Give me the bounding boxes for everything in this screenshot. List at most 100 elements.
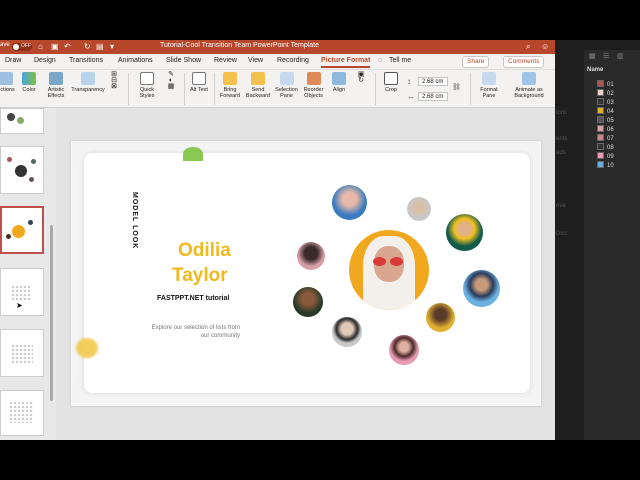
- crop-button[interactable]: Crop: [380, 72, 402, 93]
- profile-photo[interactable]: [446, 214, 483, 251]
- slide-card: [84, 153, 530, 393]
- profile-photo[interactable]: [297, 242, 325, 270]
- undo-icon[interactable]: ↶: [64, 42, 71, 52]
- corrections-button[interactable]: ections: [0, 72, 18, 93]
- align-icon: [332, 72, 346, 85]
- column-view-icon[interactable]: ▥: [617, 52, 624, 60]
- transparency-button[interactable]: Transparency: [70, 72, 106, 93]
- layer-swatch: [597, 89, 604, 96]
- main-profile-photo[interactable]: [349, 230, 429, 310]
- layer-item[interactable]: 10: [597, 161, 614, 170]
- format-pane-button[interactable]: Format Pane: [476, 72, 502, 99]
- redo-icon[interactable]: ↻: [84, 42, 91, 52]
- profile-photo[interactable]: [389, 335, 419, 365]
- profile-photo[interactable]: [426, 303, 455, 332]
- save-icon[interactable]: ▣: [51, 42, 59, 52]
- align-button[interactable]: Align: [328, 72, 350, 93]
- grid-view-icon[interactable]: ▦: [589, 52, 596, 60]
- ghost-text: ads: [556, 150, 566, 156]
- share-button[interactable]: Share: [462, 56, 490, 68]
- reorder-objects-button[interactable]: Reorder Objects: [300, 72, 327, 99]
- tab-recording[interactable]: Recording: [277, 57, 309, 64]
- autosave-toggle[interactable]: OFF: [12, 43, 32, 51]
- layer-label: 03: [607, 100, 614, 106]
- thumb-dot: [6, 234, 11, 239]
- autosave-label: ave: [0, 42, 10, 48]
- quick-styles-button[interactable]: Quick Styles: [134, 72, 160, 99]
- profile-photo[interactable]: [463, 270, 500, 307]
- thumb-dot: [28, 220, 33, 225]
- layer-label: 10: [607, 163, 614, 169]
- layer-item[interactable]: 06: [597, 125, 614, 134]
- picture-tools-menu[interactable]: ⊞ ⊟ ⊠: [108, 71, 120, 90]
- thumbnail-scrollbar[interactable]: [50, 225, 53, 401]
- tab-view[interactable]: View: [248, 57, 263, 64]
- profile-photo[interactable]: [293, 287, 323, 317]
- ghost-text: rive: [556, 203, 566, 209]
- quick-styles-label: Quick Styles: [139, 87, 155, 99]
- thumb-pattern: [11, 344, 33, 364]
- layer-label: 08: [607, 145, 614, 151]
- home-icon[interactable]: ⌂: [38, 42, 43, 52]
- height-field[interactable]: 2.68 cm: [418, 77, 448, 86]
- tab-transitions[interactable]: Transitions: [69, 57, 103, 64]
- tab-tell-me[interactable]: Tell me: [389, 57, 411, 64]
- slide-thumbnail[interactable]: [0, 390, 44, 436]
- width-value: 2.68 cm: [422, 94, 444, 100]
- separator: [128, 73, 129, 105]
- send-backward-button[interactable]: Send Backward: [244, 72, 272, 99]
- tab-animations[interactable]: Animations: [118, 57, 153, 64]
- align-label: Align: [332, 87, 346, 93]
- animate-as-background-icon: [522, 72, 536, 85]
- mouse-cursor-icon: ➤: [16, 301, 23, 310]
- tab-draw[interactable]: Draw: [5, 57, 21, 64]
- tab-review[interactable]: Review: [214, 57, 237, 64]
- name-line-2: Taylor: [172, 265, 228, 286]
- lock-aspect-icon[interactable]: ⛓: [452, 83, 461, 91]
- layer-item[interactable]: 04: [597, 107, 614, 116]
- layer-item[interactable]: 01: [597, 80, 614, 89]
- slide-thumbnail[interactable]: [0, 329, 44, 377]
- width-field[interactable]: 2.68 cm: [418, 92, 448, 101]
- account-icon[interactable]: ☺: [541, 42, 549, 52]
- name-line-1: Odilia: [178, 240, 231, 261]
- arrange-menu[interactable]: ▣ ↻: [352, 71, 370, 84]
- color-button[interactable]: Color: [18, 72, 40, 93]
- reset-picture-icon: ⊠: [111, 83, 117, 90]
- alt-text-button[interactable]: Alt Text: [188, 72, 210, 93]
- layer-item[interactable]: 03: [597, 98, 614, 107]
- layer-label: 07: [607, 136, 614, 142]
- thumb-dot: [15, 165, 27, 177]
- layer-item[interactable]: 05: [597, 116, 614, 125]
- layer-item[interactable]: 09: [597, 152, 614, 161]
- tab-design[interactable]: Design: [34, 57, 56, 64]
- layer-item[interactable]: 02: [597, 89, 614, 98]
- artistic-effects-button[interactable]: Artistic Effects: [42, 72, 70, 99]
- color-icon: [22, 72, 36, 85]
- slide-thumbnail-selected[interactable]: [0, 206, 44, 254]
- animate-as-background-button[interactable]: Animate as Background: [506, 72, 552, 99]
- search-icon[interactable]: ⌕: [526, 42, 530, 52]
- layer-item[interactable]: 07: [597, 134, 614, 143]
- document-title: Tutorial-Cool Transition Team PowerPoint…: [160, 42, 320, 49]
- bring-forward-button[interactable]: Bring Forward: [217, 72, 243, 99]
- ribbon: ections Color Artistic Effects Transpare…: [0, 70, 555, 108]
- selection-pane-button[interactable]: Selection Pane: [273, 72, 300, 99]
- list-view-icon[interactable]: ☰: [603, 52, 609, 60]
- comments-button[interactable]: Comments: [503, 56, 545, 68]
- slide-thumbnail[interactable]: [0, 146, 44, 194]
- layer-item[interactable]: 08: [597, 143, 614, 152]
- slide-thumbnail[interactable]: [0, 108, 44, 134]
- tab-slide-show[interactable]: Slide Show: [166, 57, 201, 64]
- print-icon[interactable]: ▤: [96, 42, 104, 52]
- profile-photo[interactable]: [332, 317, 362, 347]
- layer-swatch: [597, 116, 604, 123]
- more-icon[interactable]: ▾: [110, 42, 114, 52]
- profile-photo[interactable]: [407, 197, 431, 221]
- profile-photo[interactable]: [332, 185, 367, 220]
- thumb-pattern: [9, 401, 33, 423]
- layer-swatch: [597, 107, 604, 114]
- tab-picture-format[interactable]: Picture Format: [321, 57, 371, 68]
- lightbulb-icon: ◌: [378, 57, 383, 64]
- border-effects-menu[interactable]: ✎ ◐ ▦: [162, 71, 180, 90]
